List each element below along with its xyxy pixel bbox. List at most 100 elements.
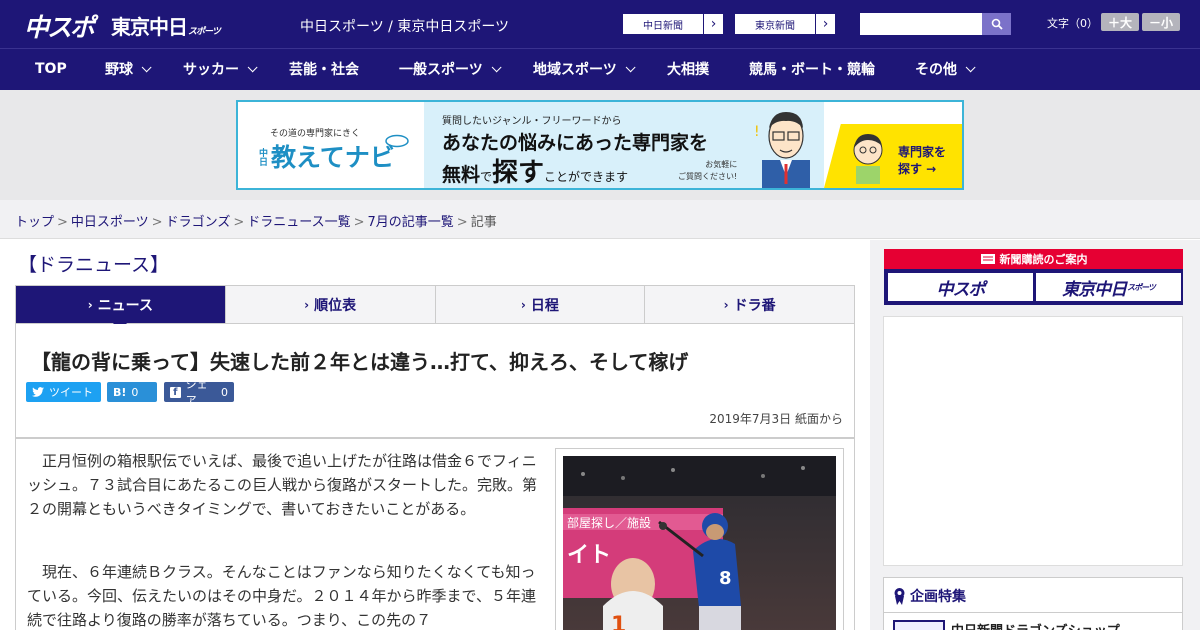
nav-general-sports-label: 一般スポーツ <box>399 62 483 78</box>
tab-news-label: ニュース <box>97 297 153 314</box>
nav-other-label: その他 <box>915 62 957 78</box>
nav-racing-label: 競馬・ボート・競輪 <box>749 62 875 78</box>
font-smaller-button[interactable]: －小 <box>1142 13 1180 31</box>
breadcrumb-link-july-list[interactable]: 7月の記事一覧 <box>368 215 454 230</box>
facebook-share-count: 0 <box>221 385 228 399</box>
facebook-share-label: シェア <box>185 378 208 407</box>
nav-sumo[interactable]: 大相撲 <box>667 48 709 90</box>
breadcrumb-current: 記事 <box>470 215 497 230</box>
ad-brand-text: 教えてナビ <box>271 143 395 172</box>
ad-cta-line2: 探す → <box>898 162 937 176</box>
facebook-icon: f <box>170 386 181 398</box>
svg-text:!: ! <box>754 124 760 140</box>
tokyo-shimbun-link[interactable]: 東京新聞 › <box>734 13 836 35</box>
tweet-label: ツイート <box>49 386 93 399</box>
font-size-label: 文字（0） <box>1047 17 1098 30</box>
subscribe-tokyo-chunichi-button[interactable]: 東京中日 スポーツ <box>1036 273 1181 301</box>
tweet-button[interactable]: ツイート <box>26 382 101 402</box>
special-feature-title: 企画特集 <box>893 586 966 606</box>
nav-soccer[interactable]: サッカー <box>183 48 258 90</box>
tokyo-chunichi-logo-text: 東京中日 <box>111 15 188 39</box>
tab-news[interactable]: › ニュース <box>16 286 226 331</box>
tab-dora-ban-label: ドラ番 <box>733 297 776 314</box>
nav-sumo-label: 大相撲 <box>667 62 709 78</box>
ribbon-icon <box>894 588 905 605</box>
expert-illustration: ! <box>754 112 810 188</box>
breadcrumb-separator: > <box>151 215 163 230</box>
tab-standings-label: 順位表 <box>314 297 357 314</box>
nav-top-label: TOP <box>35 61 67 77</box>
breadcrumb-link-dragons[interactable]: ドラゴンズ <box>166 215 231 230</box>
search-icon <box>991 18 1003 30</box>
svg-text:8: 8 <box>719 568 732 589</box>
chunichi-sports-logo[interactable]: 中スポ <box>24 8 95 44</box>
nav-local-sports[interactable]: 地域スポーツ <box>533 48 636 90</box>
svg-text:1: 1 <box>611 613 626 630</box>
breadcrumb-separator: > <box>456 215 468 230</box>
article-paragraph: 現在、６年連続Ｂクラス。そんなことはファンなら知りたくなくても知っている。今回、… <box>27 563 536 629</box>
tab-schedule[interactable]: › 日程 <box>436 286 646 323</box>
article-photo[interactable]: 部屋探し／施設 イト 1 8 <box>563 456 836 630</box>
breadcrumb-link-chunichi-sports[interactable]: 中日スポーツ <box>71 215 149 230</box>
nav-top[interactable]: TOP <box>35 48 67 90</box>
subscription-heading: 新聞購読のご案内 <box>884 249 1183 269</box>
ad-cta-panel[interactable]: 専門家を探す → <box>824 124 962 188</box>
dragons-shop-thumbnail[interactable] <box>893 620 945 630</box>
ad-cta-text: 専門家を探す → <box>898 144 946 178</box>
nav-soccer-label: サッカー <box>183 62 239 78</box>
subscribe-chunichi-sports-button[interactable]: 中スポ <box>888 273 1033 301</box>
search-button[interactable] <box>982 13 1011 35</box>
ad-line3-free: 無料 <box>442 164 481 186</box>
tokyo-chunichi-logo[interactable]: 東京中日スポーツ <box>111 11 221 40</box>
hatena-bookmark-button[interactable]: B! 0 <box>107 382 157 402</box>
chevron-right-icon: › <box>723 297 729 312</box>
oshiete-navi-ad-banner[interactable]: その道の専門家にきく 中日 教えてナビ 質問したいジャンル・フリーワードから あな… <box>236 100 964 190</box>
nav-baseball-label: 野球 <box>105 62 133 78</box>
tab-standings[interactable]: › 順位表 <box>226 286 436 323</box>
breadcrumb: トップ > 中日スポーツ > ドラゴンズ > ドラニュース一覧 >7月の記事一覧 > 記事 <box>15 211 497 230</box>
font-bigger-button[interactable]: ＋大 <box>1101 13 1139 31</box>
article-paragraph: 正月恒例の箱根駅伝でいえば、最後で追い上げたが往路は借金６でフィニッシュ。７３試… <box>27 452 538 518</box>
nav-general-sports[interactable]: 一般スポーツ <box>399 48 502 90</box>
nav-entertainment[interactable]: 芸能・社会 <box>289 48 359 90</box>
site-name: 中日スポーツ / 東京中日スポーツ <box>300 19 510 35</box>
divider <box>884 612 1182 613</box>
nav-entertainment-label: 芸能・社会 <box>289 62 359 78</box>
speech-bubble-icon <box>385 134 409 148</box>
hatena-icon: B! <box>113 385 127 399</box>
search-input[interactable] <box>860 13 982 35</box>
ad-brand-panel: その道の専門家にきく 中日 教えてナビ <box>238 102 424 188</box>
nav-racing[interactable]: 競馬・ボート・競輪 <box>749 48 875 90</box>
chunichi-shimbun-label: 中日新聞 <box>643 20 683 32</box>
ad-line3-de: で <box>480 170 493 184</box>
ad-note-2: ご質問ください! <box>678 172 738 181</box>
ad-line2: あなたの悩みにあった専門家を <box>442 132 709 154</box>
breadcrumb-link-dranews-list[interactable]: ドラニュース一覧 <box>247 215 350 230</box>
dragons-shop-link[interactable]: 中日新聞ドラゴンズショップ <box>951 620 1120 630</box>
svg-text:部屋探し／施設: 部屋探し／施設 <box>567 515 651 530</box>
breadcrumb-separator: > <box>233 215 245 230</box>
subscribe-chunichi-sports-label: 中スポ <box>936 279 986 300</box>
subscribe-tokyo-chunichi-label: 東京中日 <box>1062 279 1127 300</box>
ad-line3-rest: ことができます <box>544 170 629 184</box>
nav-baseball[interactable]: 野球 <box>105 48 152 90</box>
subscribe-tokyo-chunichi-suffix: スポーツ <box>1127 282 1156 292</box>
breadcrumb-link-top[interactable]: トップ <box>15 215 54 230</box>
breadcrumb-separator: > <box>353 215 365 230</box>
ad-line3-search: 探す <box>492 158 545 188</box>
chevron-right-icon: › <box>304 297 310 312</box>
dranews-tabs: › ニュース › 順位表 › 日程 › ドラ番 <box>15 285 855 331</box>
chevron-right-icon: › <box>815 14 835 34</box>
nav-other[interactable]: その他 <box>915 48 976 90</box>
tokyo-chunichi-logo-suffix: スポーツ <box>188 27 221 37</box>
ad-line1: 質問したいジャンル・フリーワードから <box>442 116 622 127</box>
svg-text:イト: イト <box>567 543 611 568</box>
chunichi-shimbun-link[interactable]: 中日新聞 › <box>622 13 724 35</box>
tab-schedule-label: 日程 <box>530 297 559 314</box>
twitter-icon <box>32 387 44 397</box>
facebook-share-button[interactable]: f シェア 0 <box>164 378 234 407</box>
tab-dora-ban[interactable]: › ドラ番 <box>645 286 854 323</box>
section-title: 【ドラニュース】 <box>18 254 170 276</box>
ad-cta-line1: 専門家を <box>898 145 947 159</box>
chevron-right-icon: › <box>703 14 723 34</box>
